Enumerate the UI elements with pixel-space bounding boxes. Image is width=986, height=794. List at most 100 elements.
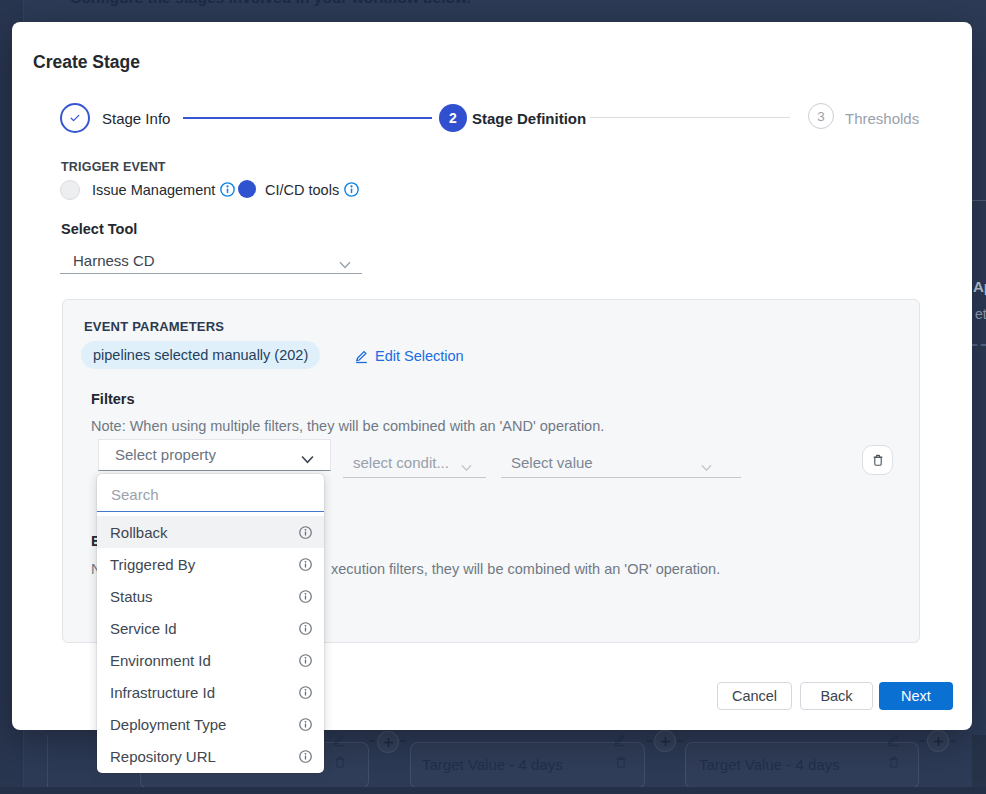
option-label: Service Id: [110, 620, 177, 637]
stage-card-label: Target Value - 4 days: [411, 743, 644, 786]
property-dropdown-menu: Rollback Triggered By Status Service Id …: [97, 474, 324, 773]
dropdown-option-environment-id[interactable]: Environment Id: [97, 644, 324, 676]
info-icon[interactable]: [344, 182, 359, 201]
add-stage-button: [654, 730, 676, 752]
step-2-indicator[interactable]: 2: [439, 104, 467, 132]
select-tool-heading: Select Tool: [61, 221, 137, 237]
event-parameters-heading: EVENT PARAMETERS: [84, 319, 224, 334]
tool-select-underline: [60, 273, 362, 274]
info-icon: [299, 558, 312, 571]
dropdown-option-infrastructure-id[interactable]: Infrastructure Id: [97, 676, 324, 708]
background-bottom-band: [0, 787, 986, 794]
search-underline: [97, 511, 324, 512]
info-icon: [299, 718, 312, 731]
step-connector-todo: [590, 117, 790, 118]
background-card-edge: [47, 735, 48, 787]
chevron-down-icon[interactable]: [339, 255, 351, 273]
property-select[interactable]: Select property: [98, 439, 331, 471]
info-icon[interactable]: [220, 182, 235, 201]
check-icon: [68, 111, 82, 125]
step-2-label: Stage Definition: [472, 110, 586, 127]
condition-select-placeholder[interactable]: select condit...: [353, 454, 449, 471]
step-1-indicator[interactable]: [60, 103, 90, 133]
tool-select-value[interactable]: Harness CD: [73, 252, 155, 269]
option-label: Environment Id: [110, 652, 211, 669]
background-stage-card: Target Value - 4 days: [410, 742, 645, 789]
radio-issue-management-label[interactable]: Issue Management: [92, 182, 215, 198]
trigger-event-heading: TRIGGER EVENT: [61, 160, 166, 174]
selection-pill: pipelines selected manually (202): [81, 341, 320, 369]
info-icon: [299, 622, 312, 635]
next-button[interactable]: Next: [879, 682, 953, 710]
radio-cicd-tools[interactable]: [238, 180, 256, 198]
edit-icon: [613, 733, 627, 751]
dropdown-option-service-id[interactable]: Service Id: [97, 612, 324, 644]
background-stage-card: Target Value - 4 days: [685, 742, 919, 789]
connector-dash: [369, 740, 375, 742]
background-text-fragment: Ap: [973, 278, 986, 295]
connector-dash: [677, 740, 683, 742]
dropdown-items: Rollback Triggered By Status Service Id …: [97, 516, 324, 772]
info-icon: [299, 526, 312, 539]
trash-icon: [614, 755, 628, 773]
dropdown-option-status[interactable]: Status: [97, 580, 324, 612]
info-icon: [299, 686, 312, 699]
search-input[interactable]: [109, 480, 303, 508]
value-select-placeholder[interactable]: Select value: [511, 454, 593, 471]
connector-dash: [950, 740, 956, 742]
dropdown-option-deployment-type[interactable]: Deployment Type: [97, 708, 324, 740]
info-icon: [299, 750, 312, 763]
stage-card-label: Target Value - 4 days: [686, 743, 918, 786]
create-stage-dialog: Create Stage Stage Info 2 Stage Definiti…: [12, 22, 972, 730]
filters-note: Note: When using multiple filters, they …: [91, 418, 604, 434]
step-connector-done: [183, 117, 432, 119]
option-label: Status: [110, 588, 153, 605]
filters-heading: Filters: [91, 391, 135, 407]
step-2-number: 2: [449, 110, 457, 126]
option-label: Infrastructure Id: [110, 684, 215, 701]
chevron-down-icon[interactable]: [461, 458, 472, 476]
dropdown-option-rollback[interactable]: Rollback: [97, 516, 324, 548]
property-select-placeholder: Select property: [115, 440, 216, 470]
step-3-label: Thresholds: [845, 110, 919, 127]
option-label: Deployment Type: [110, 716, 226, 733]
cancel-button[interactable]: Cancel: [717, 682, 792, 710]
connector-dash: [919, 740, 925, 742]
background-dashed-line: [972, 344, 986, 346]
background-dark-block: [972, 735, 986, 787]
dropdown-search[interactable]: [97, 474, 324, 512]
dialog-title: Create Stage: [33, 52, 140, 73]
edit-icon: [354, 349, 369, 364]
option-label: Repository URL: [110, 748, 216, 765]
screen: Configure the stages involved in your wo…: [0, 0, 986, 794]
dropdown-option-repository-url[interactable]: Repository URL: [97, 740, 324, 772]
edit-selection-link[interactable]: Edit Selection: [354, 348, 464, 364]
add-stage-button: [377, 731, 399, 753]
step-3-indicator[interactable]: 3: [808, 103, 834, 129]
chevron-down-icon[interactable]: [701, 458, 712, 476]
connector-dash: [646, 740, 652, 742]
option-label: Rollback: [110, 524, 168, 541]
add-stage-button: [927, 730, 949, 752]
chevron-down-icon: [301, 450, 314, 468]
back-button[interactable]: Back: [800, 682, 873, 710]
condition-select-underline: [343, 477, 486, 478]
trash-icon: [871, 453, 885, 467]
background-divider: [972, 200, 986, 201]
connector-dash: [400, 740, 406, 742]
dropdown-option-triggered-by[interactable]: Triggered By: [97, 548, 324, 580]
edit-icon: [332, 733, 346, 751]
radio-cicd-tools-label[interactable]: CI/CD tools: [265, 182, 339, 198]
edit-selection-label: Edit Selection: [375, 348, 464, 364]
option-label: Triggered By: [110, 556, 195, 573]
edit-icon: [886, 733, 900, 751]
trash-icon: [887, 755, 901, 773]
radio-issue-management[interactable]: [60, 180, 80, 200]
value-select-underline: [501, 477, 741, 478]
info-icon: [299, 654, 312, 667]
background-text-fragment: et: [975, 306, 986, 322]
delete-filter-button[interactable]: [862, 445, 893, 475]
step-1-label: Stage Info: [102, 110, 170, 127]
step-3-number: 3: [817, 109, 825, 124]
background-page-heading: Configure the stages involved in your wo…: [70, 0, 471, 7]
